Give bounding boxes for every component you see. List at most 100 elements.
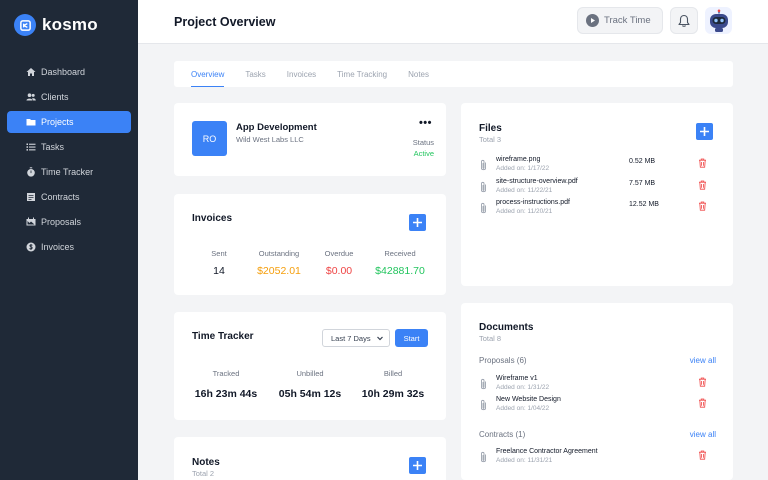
dollar-icon — [26, 242, 36, 252]
plus-icon — [413, 218, 422, 227]
files-card: Files Total 3 wireframe.png Added on: 1/… — [461, 103, 733, 286]
status-label: Status — [412, 138, 434, 147]
robot-avatar-icon — [709, 9, 728, 32]
list-icon — [26, 143, 36, 151]
paperclip-icon — [481, 399, 486, 411]
contracts-section-label: Contracts (1) — [479, 430, 526, 439]
contract-icon — [27, 193, 35, 201]
notes-total: Total 2 — [192, 469, 215, 478]
document-name: Wireframe v1 — [496, 375, 538, 382]
plus-icon — [413, 461, 422, 470]
sidebar-item-label: Tasks — [41, 142, 65, 152]
status-badge: Active — [413, 149, 434, 158]
project-name: App Development — [236, 122, 317, 133]
trash-icon[interactable] — [698, 398, 707, 408]
sidebar-item-label: Time Tracker — [41, 167, 94, 177]
file-row[interactable]: process-instructions.pdf Added on: 11/20… — [479, 199, 707, 219]
sidebar-item-clients[interactable]: Clients — [7, 86, 131, 108]
date-range-select[interactable]: Last 7 Days — [322, 329, 390, 347]
view-all-proposals-link[interactable]: view all — [690, 356, 716, 365]
bell-icon — [678, 14, 690, 27]
file-size: 12.52 MB — [629, 201, 659, 208]
time-tracker-title: Time Tracker — [192, 331, 254, 342]
file-size: 7.57 MB — [629, 180, 656, 187]
document-date: Added on: 1/04/22 — [496, 405, 550, 412]
paperclip-icon — [481, 202, 486, 214]
brand-name: kosmo — [42, 15, 98, 34]
proposals-section-label: Proposals (6) — [479, 356, 527, 365]
documents-total: Total 8 — [479, 334, 502, 343]
stopwatch-icon — [27, 167, 35, 177]
start-timer-button[interactable]: Start — [395, 329, 428, 347]
tab-notes[interactable]: Notes — [408, 61, 429, 87]
folder-icon — [26, 119, 36, 126]
sidebar-item-projects[interactable]: Projects — [7, 111, 131, 133]
file-row[interactable]: site-structure-overview.pdf Added on: 11… — [479, 178, 707, 198]
file-row[interactable]: wireframe.png Added on: 1/17/22 0.52 MB — [479, 156, 707, 176]
contract-row[interactable]: Freelance Contractor Agreement Added on:… — [479, 448, 707, 468]
tab-overview[interactable]: Overview — [191, 61, 225, 87]
sidebar-item-label: Proposals — [41, 217, 82, 227]
more-options-icon[interactable]: ••• — [419, 118, 432, 129]
project-initials-badge: RO — [192, 121, 227, 156]
project-tabs: Overview Tasks Invoices Time Tracking No… — [174, 61, 733, 87]
tab-tasks[interactable]: Tasks — [245, 61, 265, 87]
sidebar-item-dashboard[interactable]: Dashboard — [7, 61, 131, 83]
kosmo-logo-icon — [14, 14, 36, 36]
notifications-button[interactable] — [670, 7, 698, 34]
chevron-down-icon — [377, 336, 383, 341]
paperclip-icon — [481, 451, 486, 463]
files-title: Files — [479, 123, 502, 134]
page-title: Project Overview — [174, 15, 276, 29]
sidebar-item-contracts[interactable]: Contracts — [7, 186, 131, 208]
brand-logo[interactable]: kosmo — [14, 14, 98, 36]
time-stat-value-billed: 10h 29m 32s — [361, 388, 425, 400]
invoices-card: Invoices Sent 14 Outstanding $2052.01 Ov… — [174, 194, 446, 295]
view-all-contracts-link[interactable]: view all — [690, 430, 716, 439]
paperclip-icon — [481, 159, 486, 171]
proposal-icon — [26, 217, 36, 226]
document-date: Added on: 1/31/22 — [496, 384, 550, 391]
time-stat-label-tracked: Tracked — [212, 369, 240, 378]
sidebar-item-tasks[interactable]: Tasks — [7, 136, 131, 158]
track-time-button[interactable]: Track Time — [577, 7, 663, 34]
file-name: process-instructions.pdf — [496, 199, 570, 206]
track-time-label: Track Time — [604, 15, 651, 26]
trash-icon[interactable] — [698, 201, 707, 211]
sidebar: kosmo Dashboard Clients Projects Tasks T… — [0, 0, 138, 480]
add-invoice-button[interactable] — [409, 214, 426, 231]
trash-icon[interactable] — [698, 450, 707, 460]
sidebar-item-invoices[interactable]: Invoices — [7, 236, 131, 258]
add-file-button[interactable] — [696, 123, 713, 140]
sidebar-item-label: Projects — [41, 117, 74, 127]
trash-icon[interactable] — [698, 158, 707, 168]
notes-card: Notes Total 2 — [174, 437, 446, 480]
home-icon — [26, 68, 36, 76]
time-tracker-card: Time Tracker Last 7 Days Start Tracked 1… — [174, 312, 446, 420]
sidebar-item-label: Dashboard — [41, 67, 86, 77]
tab-time-tracking[interactable]: Time Tracking — [337, 61, 387, 87]
trash-icon[interactable] — [698, 180, 707, 190]
file-date: Added on: 11/20/21 — [496, 208, 553, 215]
document-name: New Website Design — [496, 396, 561, 403]
users-icon — [26, 93, 36, 101]
invoice-stat-label-received: Received — [384, 249, 416, 258]
sidebar-item-proposals[interactable]: Proposals — [7, 211, 131, 233]
project-client: Wild West Labs LLC — [236, 135, 304, 144]
invoice-stat-value-received: $42881.70 — [375, 265, 425, 277]
documents-title: Documents — [479, 322, 534, 333]
invoices-title: Invoices — [192, 213, 233, 224]
sidebar-nav: Dashboard Clients Projects Tasks Time Tr… — [7, 61, 131, 261]
document-name: Freelance Contractor Agreement — [496, 448, 598, 455]
documents-card: Documents Total 8 Proposals (6) view all… — [461, 303, 733, 480]
files-total: Total 3 — [479, 135, 502, 144]
proposal-row[interactable]: Wireframe v1 Added on: 1/31/22 — [479, 375, 707, 395]
proposal-row[interactable]: New Website Design Added on: 1/04/22 — [479, 396, 707, 416]
sidebar-item-label: Invoices — [41, 242, 75, 252]
trash-icon[interactable] — [698, 377, 707, 387]
file-size: 0.52 MB — [629, 158, 656, 165]
add-note-button[interactable] — [409, 457, 426, 474]
sidebar-item-time-tracker[interactable]: Time Tracker — [7, 161, 131, 183]
tab-invoices[interactable]: Invoices — [287, 61, 316, 87]
user-avatar[interactable] — [705, 7, 732, 34]
